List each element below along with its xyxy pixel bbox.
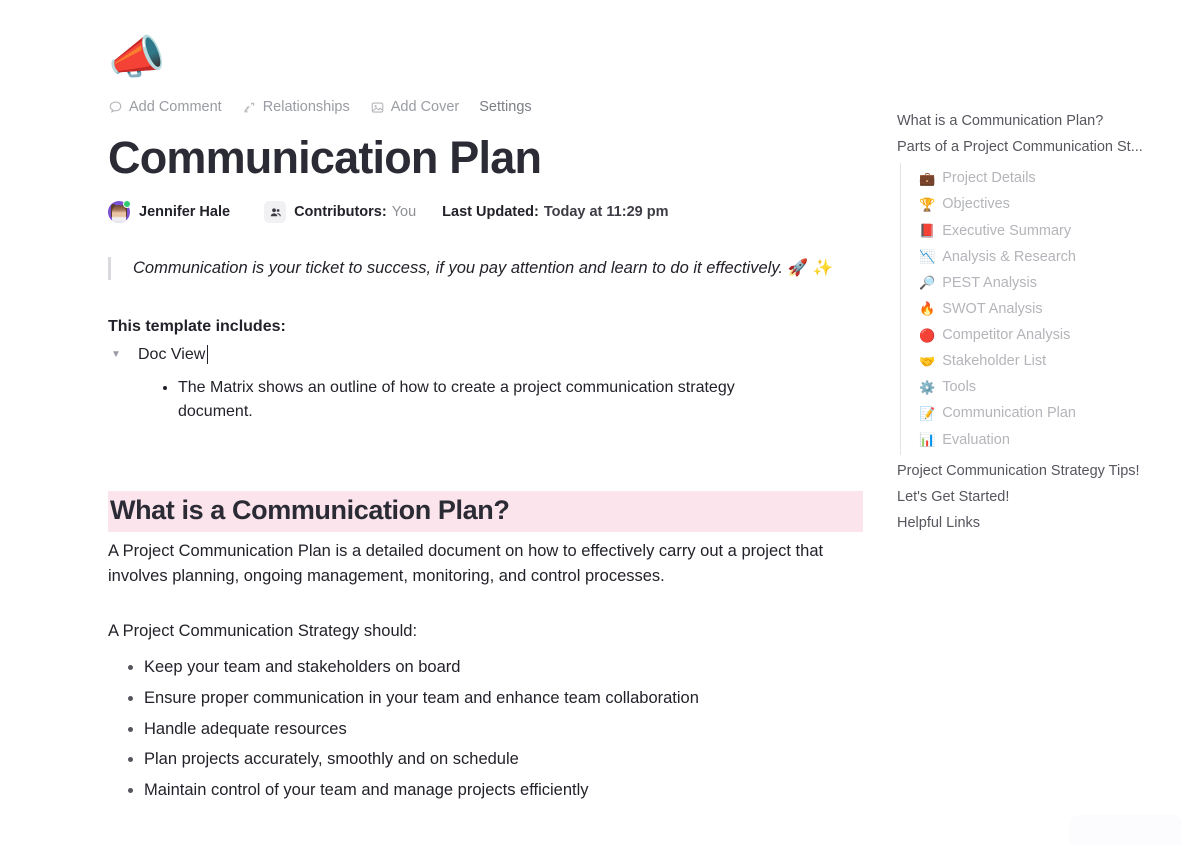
image-icon bbox=[370, 100, 385, 115]
gear-emoji-icon: ⚙️ bbox=[919, 379, 936, 395]
chevron-down-icon[interactable]: ▼ bbox=[108, 349, 124, 360]
toc-sub-label: SWOT Analysis bbox=[942, 300, 1043, 317]
toc-sub-label: Analysis & Research bbox=[942, 248, 1076, 265]
toc-item-pest-analysis[interactable]: 🔎 PEST Analysis bbox=[901, 270, 1177, 296]
toc-item-project-communication-strategy-tips[interactable]: Project Communication Strategy Tips! bbox=[897, 458, 1177, 484]
handshake-emoji-icon: 🤝 bbox=[919, 353, 936, 369]
blockquote-text: Communication is your ticket to success,… bbox=[133, 259, 783, 278]
avatar[interactable] bbox=[108, 200, 131, 224]
comment-icon bbox=[108, 100, 123, 115]
toc-item-parts-of-a-project-communication-strategy[interactable]: Parts of a Project Communication St... bbox=[897, 134, 1177, 160]
document-body: 📣 Add Comment Relationships Add Cover Se… bbox=[108, 0, 868, 845]
document-megaphone-icon[interactable]: 📣 bbox=[108, 34, 868, 92]
toc-item-project-details[interactable]: 💼 Project Details bbox=[901, 165, 1177, 191]
section-lead-in: A Project Communication Strategy should: bbox=[108, 622, 418, 641]
toc-sub-label: PEST Analysis bbox=[942, 274, 1038, 291]
blockquote-emojis: 🚀 ✨ bbox=[787, 259, 834, 278]
toc-sub-label: Project Details bbox=[942, 170, 1036, 187]
magnifier-emoji-icon: 🔎 bbox=[919, 275, 936, 291]
toc-sub-label: Tools bbox=[942, 379, 977, 396]
toc-item-communication-plan[interactable]: 📝 Communication Plan bbox=[901, 400, 1177, 426]
toc-item-swot-analysis[interactable]: 🔥 SWOT Analysis bbox=[901, 296, 1177, 322]
contributors-value[interactable]: You bbox=[392, 204, 416, 220]
last-updated-label: Last Updated: bbox=[442, 204, 539, 221]
document-toolbar: Add Comment Relationships Add Cover Sett… bbox=[108, 96, 868, 118]
toc-sub-label: Communication Plan bbox=[942, 405, 1076, 422]
avatar-face bbox=[112, 205, 126, 224]
status-online-dot bbox=[123, 200, 131, 209]
book-emoji-icon: 📕 bbox=[919, 223, 936, 239]
red-circle-emoji-icon: 🔴 bbox=[919, 327, 936, 343]
toc-sub-label: Executive Summary bbox=[942, 222, 1072, 239]
toggle-doc-view-label[interactable]: Doc View bbox=[138, 344, 209, 364]
toc-item-stakeholder-list[interactable]: 🤝 Stakeholder List bbox=[901, 348, 1177, 374]
toc-sub-label: Evaluation bbox=[942, 431, 1010, 448]
section-paragraph: A Project Communication Plan is a detail… bbox=[108, 541, 824, 585]
document-meta: Jennifer Hale Contributors: You Last Upd… bbox=[108, 200, 868, 224]
template-includes-heading: This template includes: bbox=[108, 317, 286, 335]
contributors-label: Contributors: bbox=[294, 204, 387, 221]
list-item: The Matrix shows an outline of how to cr… bbox=[178, 376, 778, 426]
author-name[interactable]: Jennifer Hale bbox=[139, 204, 230, 220]
toc-sub-label: Stakeholder List bbox=[942, 353, 1047, 370]
fire-emoji-icon: 🔥 bbox=[919, 301, 936, 317]
toc-item-executive-summary[interactable]: 📕 Executive Summary bbox=[901, 218, 1177, 244]
add-comment-label: Add Comment bbox=[129, 99, 222, 115]
last-updated-value[interactable]: Today at 11:29 pm bbox=[544, 204, 669, 220]
briefcase-emoji-icon: 💼 bbox=[919, 170, 936, 186]
toc-nested-group: 💼 Project Details 🏆 Objectives 📕 Executi… bbox=[900, 163, 1177, 455]
toggle-children-list: The Matrix shows an outline of how to cr… bbox=[108, 376, 868, 426]
list-item: Ensure proper communication in your team… bbox=[144, 683, 868, 714]
toc-item-helpful-links[interactable]: Helpful Links bbox=[897, 510, 1177, 536]
list-item: Handle adequate resources bbox=[144, 714, 868, 745]
settings-label: Settings bbox=[479, 99, 532, 115]
add-comment-button[interactable]: Add Comment bbox=[108, 99, 222, 115]
toc-item-competitor-analysis[interactable]: 🔴 Competitor Analysis bbox=[901, 322, 1177, 348]
relationships-icon bbox=[242, 100, 257, 115]
trophy-emoji-icon: 🏆 bbox=[919, 196, 936, 212]
relationships-button[interactable]: Relationships bbox=[242, 99, 350, 115]
list-item: Maintain control of your team and manage… bbox=[144, 775, 868, 806]
contributors-icon bbox=[264, 201, 287, 224]
blockquote[interactable]: Communication is your ticket to success,… bbox=[108, 257, 868, 280]
add-cover-button[interactable]: Add Cover bbox=[370, 99, 460, 115]
toc-item-lets-get-started[interactable]: Let's Get Started! bbox=[897, 484, 1177, 510]
page-title[interactable]: Communication Plan bbox=[108, 134, 868, 182]
toc-item-tools[interactable]: ⚙️ Tools bbox=[901, 374, 1177, 400]
chart-down-emoji-icon: 📉 bbox=[919, 249, 936, 265]
settings-button[interactable]: Settings bbox=[479, 99, 531, 115]
toc-item-evaluation[interactable]: 📊 Evaluation bbox=[901, 427, 1177, 453]
toc-sub-label: Competitor Analysis bbox=[942, 327, 1071, 343]
floating-widget-peek[interactable] bbox=[1070, 815, 1182, 845]
toc-item-objectives[interactable]: 🏆 Objectives bbox=[901, 191, 1177, 217]
add-cover-label: Add Cover bbox=[390, 99, 460, 115]
bar-chart-emoji-icon: 📊 bbox=[919, 432, 936, 448]
list-item: Plan projects accurately, smoothly and o… bbox=[144, 744, 868, 775]
relationships-label: Relationships bbox=[262, 99, 350, 115]
strategy-bullet-list: Keep your team and stakeholders on board… bbox=[108, 652, 868, 806]
memo-emoji-icon: 📝 bbox=[919, 405, 936, 421]
toc-item-what-is-a-communication-plan[interactable]: What is a Communication Plan? bbox=[897, 108, 1177, 134]
table-of-contents: What is a Communication Plan? Parts of a… bbox=[897, 108, 1177, 536]
toc-item-analysis-and-research[interactable]: 📉 Analysis & Research bbox=[901, 244, 1177, 270]
section-heading-what-is[interactable]: What is a Communication Plan? bbox=[108, 491, 863, 532]
toggle-doc-view[interactable]: ▼ Doc View bbox=[108, 344, 868, 364]
list-item: Keep your team and stakeholders on board bbox=[144, 652, 868, 683]
toc-sub-label: Objectives bbox=[942, 196, 1010, 213]
document-page: 📣 Add Comment Relationships Add Cover Se… bbox=[0, 0, 1200, 845]
